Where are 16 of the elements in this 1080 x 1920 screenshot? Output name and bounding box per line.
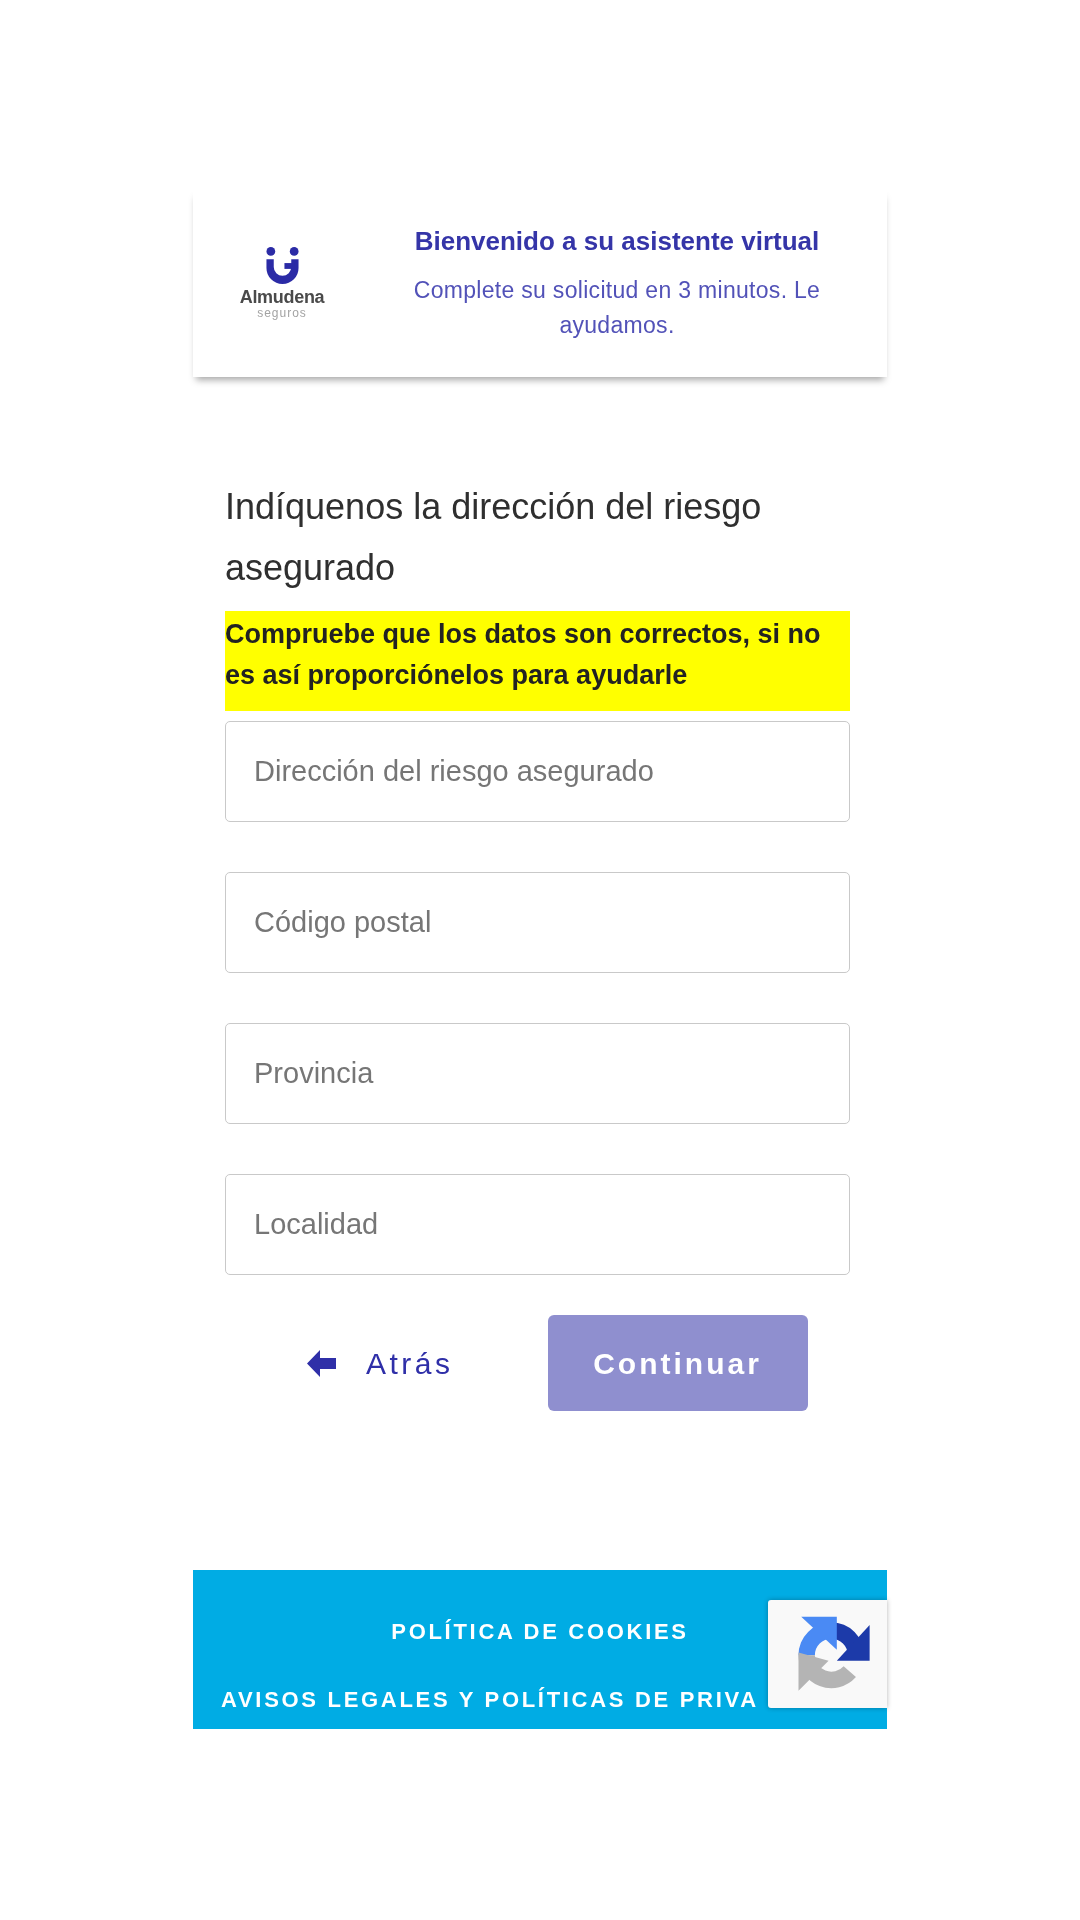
welcome-title: Bienvenido a su asistente virtual xyxy=(413,225,821,258)
input-field[interactable]: Provincia xyxy=(225,1023,850,1124)
page-heading: Indíquenos la dirección del riesgo asegurado xyxy=(225,485,763,590)
smile-icon xyxy=(264,246,300,284)
footer-link[interactable]: POLÍTICA DE COOKIES xyxy=(391,1617,689,1647)
highlighted-notice: Compruebe que los datos son correctos, si no es así proporciónelos para ayudarle xyxy=(225,611,850,711)
brand-name: Almudena xyxy=(239,286,325,307)
welcome-subtitle: Complete su solicitud en 3 minutos. Le ayudamos. xyxy=(412,276,822,340)
input-field[interactable]: Localidad xyxy=(225,1174,850,1275)
back-button[interactable]: Atrás xyxy=(290,1315,471,1411)
footer-link[interactable]: AVISOS LEGALES Y POLÍTICAS DE PRIVA xyxy=(221,1685,759,1715)
input-field[interactable]: Dirección del riesgo asegurado xyxy=(225,721,850,822)
brand-tagline: seguros xyxy=(257,306,307,320)
input-field[interactable]: Código postal xyxy=(225,872,850,973)
captcha-badge[interactable] xyxy=(768,1600,887,1708)
left-arrow-icon xyxy=(307,1349,336,1377)
